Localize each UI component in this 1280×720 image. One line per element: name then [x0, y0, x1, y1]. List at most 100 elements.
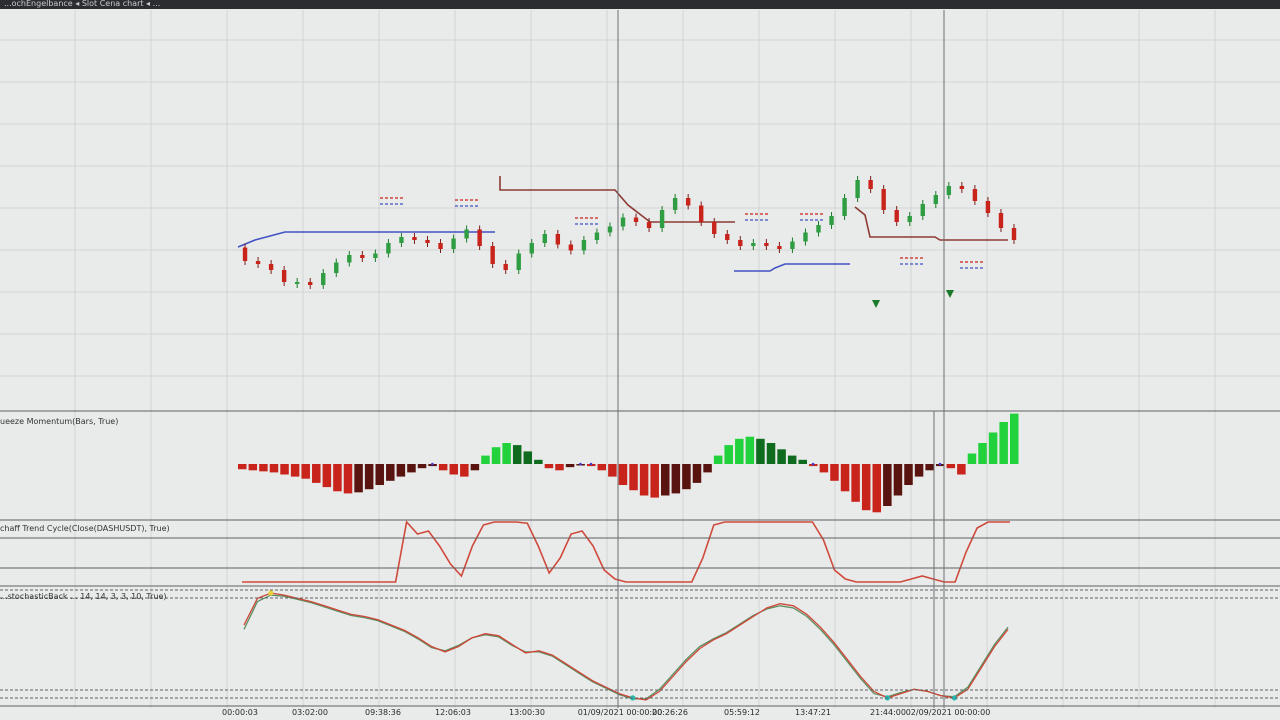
bear-candle: [308, 282, 313, 285]
bear-candle: [568, 244, 574, 251]
bull-candle: [803, 232, 808, 242]
stochastic-d-line: [243, 594, 1009, 700]
bull-candle: [464, 229, 469, 239]
momentum-bar: [914, 464, 924, 477]
momentum-bar: [661, 464, 670, 496]
momentum-bar: [502, 443, 511, 464]
squeeze-momentum-bars: [238, 413, 1019, 513]
resistance-line: [854, 206, 1008, 241]
squeeze-dot: [938, 462, 942, 466]
bull-candle: [907, 216, 912, 222]
bear-candle: [503, 264, 508, 270]
momentum-bar: [523, 451, 533, 464]
momentum-bar: [608, 464, 617, 477]
bear-candle: [972, 189, 978, 201]
squeeze-pane-label: ueeze Momentum(Bars, True): [0, 417, 119, 426]
squeeze-momentum-pane[interactable]: [238, 413, 1019, 513]
momentum-bar: [735, 438, 744, 464]
bull-candle: [842, 198, 847, 216]
bear-candle: [242, 247, 248, 261]
bull-candle: [321, 273, 326, 285]
bear-candle: [777, 246, 782, 249]
bear-candle: [998, 213, 1004, 228]
momentum-bar: [925, 464, 934, 471]
time-tick-label: 13:00:30: [509, 708, 545, 717]
bear-candle: [360, 255, 365, 258]
momentum-bar: [470, 464, 480, 471]
bear-candle: [555, 234, 561, 245]
time-tick-label: 09:38:36: [365, 708, 401, 717]
bear-candle: [268, 264, 274, 270]
price-pane[interactable]: [237, 176, 1017, 308]
momentum-bar: [449, 464, 459, 475]
bull-candle: [751, 243, 756, 246]
momentum-bar: [322, 464, 332, 488]
momentum-bar: [375, 464, 384, 485]
momentum-bar: [713, 455, 723, 464]
momentum-bar: [671, 464, 681, 494]
time-tick-label: 20:26:26: [652, 708, 688, 717]
momentum-bar: [312, 464, 321, 483]
bear-candle: [425, 240, 430, 243]
momentum-bar: [269, 464, 279, 473]
bull-candle: [581, 240, 587, 251]
momentum-bar: [904, 464, 913, 485]
bull-candle: [672, 198, 678, 210]
bull-candle: [347, 255, 352, 263]
momentum-bar: [248, 464, 258, 471]
stochastic-k-line: [243, 592, 1009, 701]
time-axis: 00:00:03 03:02:00 09:38:36 12:06:03 13:00:30…: [0, 708, 1280, 720]
bull-candle: [933, 195, 938, 204]
momentum-bar: [724, 445, 733, 464]
squeeze-dot: [811, 462, 815, 466]
bear-candle: [633, 217, 639, 222]
momentum-bar: [819, 464, 829, 473]
momentum-bar: [343, 464, 353, 494]
momentum-bar: [491, 447, 501, 464]
momentum-bar: [460, 464, 469, 477]
bear-candle: [712, 222, 717, 234]
momentum-bar: [787, 455, 797, 464]
bull-candle: [334, 262, 339, 273]
bull-candle: [529, 243, 534, 254]
momentum-bar: [597, 464, 607, 471]
bull-candle: [946, 186, 952, 195]
momentum-bar: [301, 464, 310, 479]
momentum-bar: [238, 464, 247, 470]
momentum-bar: [967, 453, 977, 464]
bear-candle: [738, 240, 743, 246]
squeeze-dot: [431, 462, 434, 466]
momentum-bar: [555, 464, 564, 471]
bull-candle: [386, 243, 391, 254]
bear-candle: [477, 229, 482, 246]
momentum-bar: [618, 464, 628, 485]
buy-arrow-icon: [946, 290, 954, 298]
schaff-trend-line: [242, 520, 1010, 583]
momentum-bar: [280, 464, 289, 475]
buy-arrow-icon: [872, 300, 880, 308]
momentum-bar: [851, 464, 860, 502]
bull-candle: [620, 217, 626, 227]
time-tick-label: 02/09/2021 00:00:00: [905, 708, 991, 717]
stochastic-pane-label: ...stochasticBack ... 14, 14, 3, 3, 10, …: [0, 592, 167, 601]
stochastic-signal-dots: [268, 590, 957, 701]
momentum-bar: [417, 464, 427, 469]
support-line: [237, 231, 495, 248]
momentum-bar: [364, 464, 374, 490]
momentum-bar: [756, 438, 765, 464]
bear-candle: [985, 201, 991, 213]
momentum-bar: [407, 464, 416, 473]
bull-candle: [790, 241, 795, 249]
bear-candle: [646, 222, 652, 228]
bear-candle: [438, 243, 443, 249]
time-tick-label: 01/09/2021 00:00:00: [577, 708, 663, 717]
schaff-trend-cycle-pane[interactable]: [242, 520, 1010, 583]
momentum-bar: [565, 464, 575, 468]
momentum-bar: [438, 464, 448, 471]
bear-candle: [725, 234, 730, 240]
momentum-bar: [840, 464, 850, 492]
momentum-bar: [396, 464, 406, 477]
chart-canvas[interactable]: [0, 0, 1280, 720]
bull-candle: [816, 225, 821, 233]
stochastic-pane[interactable]: [243, 590, 1009, 701]
